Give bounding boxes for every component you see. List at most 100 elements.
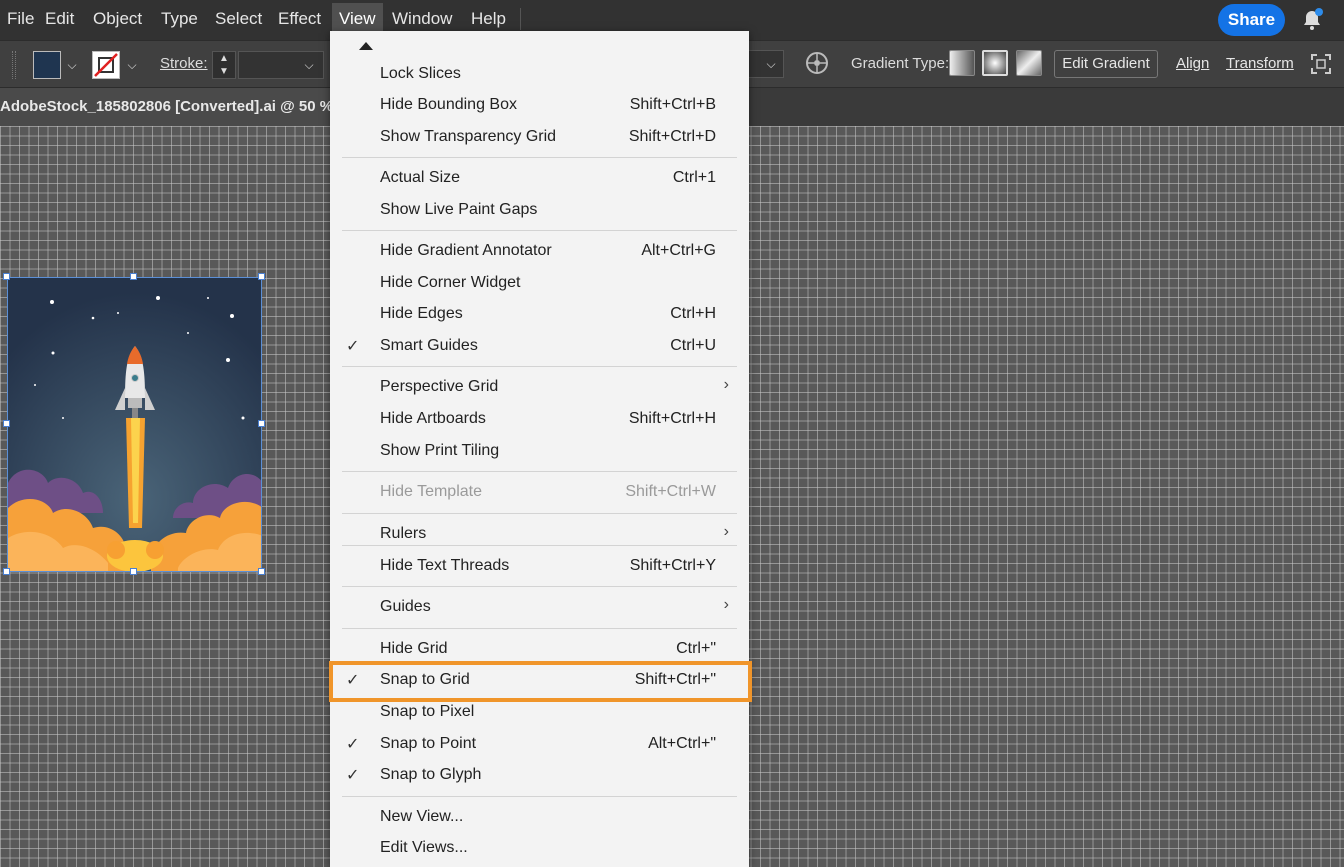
menu-item-label: Guides xyxy=(380,598,431,615)
recolor-icon[interactable] xyxy=(805,51,829,75)
menu-item-snap-to-glyph[interactable]: ✓ Snap to Glyph xyxy=(330,760,749,792)
menu-item-label: Snap to Glyph xyxy=(380,766,482,783)
menu-item-hide-template: Hide Template Shift+Ctrl+W xyxy=(330,477,749,509)
rocket-illustration xyxy=(8,278,261,571)
menu-item-lock-slices[interactable]: Lock Slices xyxy=(330,59,749,91)
menu-separator xyxy=(342,796,737,797)
scroll-up-arrow-icon[interactable] xyxy=(356,39,376,51)
menu-separator xyxy=(342,513,737,514)
fill-swatch[interactable] xyxy=(33,51,61,79)
menu-item-show-live-paint-gaps[interactable]: Show Live Paint Gaps xyxy=(330,195,749,227)
menu-item-label: Lock Slices xyxy=(380,65,461,82)
menu-item-edit-views[interactable]: Edit Views... xyxy=(330,833,749,865)
menu-item-hide-gradient-annotator[interactable]: Hide Gradient Annotator Alt+Ctrl+G xyxy=(330,236,749,268)
menu-item-shortcut: Shift+Ctrl+B xyxy=(629,96,716,113)
selection-handle[interactable] xyxy=(258,420,265,427)
artboard-rocket-illustration[interactable] xyxy=(7,277,262,572)
menu-file[interactable]: File xyxy=(0,0,41,37)
menu-item-rulers[interactable]: Rulers › xyxy=(330,519,749,551)
menu-item-show-print-tiling[interactable]: Show Print Tiling xyxy=(330,436,749,468)
menu-separator xyxy=(342,230,737,231)
stroke-label[interactable]: Stroke: xyxy=(160,55,208,72)
menu-item-label: Hide Text Threads xyxy=(380,557,510,574)
selection-handle[interactable] xyxy=(3,420,10,427)
menu-item-shortcut: Shift+Ctrl+Y xyxy=(629,557,716,574)
gradient-type-label: Gradient Type: xyxy=(851,55,950,72)
menu-view[interactable]: View xyxy=(332,3,383,34)
document-tab[interactable]: AdobeStock_185802806 [Converted].ai @ 50… xyxy=(0,88,340,126)
view-dropdown-menu: Lock Slices Hide Bounding Box Shift+Ctrl+B… xyxy=(330,31,749,867)
menu-item-shortcut: Shift+Ctrl+H xyxy=(628,410,716,427)
menu-item-shortcut: Shift+Ctrl+W xyxy=(625,483,716,500)
menu-item-perspective-grid[interactable]: Perspective Grid › xyxy=(330,372,749,404)
menu-item-hide-artboards[interactable]: Hide Artboards Shift+Ctrl+H xyxy=(330,404,749,436)
chevron-right-icon: › xyxy=(723,596,729,613)
menu-item-label: Hide Template xyxy=(380,483,482,500)
expand-icon[interactable] xyxy=(1309,52,1333,76)
align-link[interactable]: Align xyxy=(1176,55,1209,72)
menu-item-label: Actual Size xyxy=(380,169,461,186)
menu-object[interactable]: Object xyxy=(86,0,149,37)
menu-item-label: Perspective Grid xyxy=(380,378,499,395)
menu-item-guides[interactable]: Guides › xyxy=(330,592,749,624)
menu-item-show-transparency-grid[interactable]: Show Transparency Grid Shift+Ctrl+D xyxy=(330,122,749,154)
fill-dropdown-chevron-icon[interactable]: ⌵ xyxy=(63,55,81,75)
menu-item-label: Hide Artboards xyxy=(380,410,486,427)
menu-type[interactable]: Type xyxy=(154,0,205,37)
menu-item-hide-text-threads[interactable]: Hide Text Threads Shift+Ctrl+Y xyxy=(330,551,749,583)
checkmark-icon: ✓ xyxy=(346,736,360,753)
linear-gradient-icon[interactable] xyxy=(949,50,975,76)
panel-grip[interactable] xyxy=(12,51,16,79)
selection-handle[interactable] xyxy=(258,273,265,280)
bell-icon[interactable] xyxy=(1300,8,1324,32)
menu-item-hide-edges[interactable]: Hide Edges Ctrl+H xyxy=(330,299,749,331)
menu-separator xyxy=(342,586,737,587)
menu-item-label: Show Print Tiling xyxy=(380,442,500,459)
stroke-stepper[interactable]: ▲ ▼ xyxy=(212,51,236,79)
selection-handle[interactable] xyxy=(3,568,10,575)
radial-gradient-icon[interactable] xyxy=(982,50,1008,76)
menu-item-shortcut: Ctrl+H xyxy=(670,305,716,322)
stroke-weight-chevron-icon[interactable]: ⌵ xyxy=(300,55,318,75)
menu-item-label: Smart Guides xyxy=(380,337,478,354)
menu-separator xyxy=(342,628,737,629)
menu-item-label: Hide Gradient Annotator xyxy=(380,242,552,259)
opacity-chevron-icon[interactable]: ⌵ xyxy=(762,54,780,74)
selection-handle[interactable] xyxy=(130,568,137,575)
transform-link[interactable]: Transform xyxy=(1226,55,1294,72)
menu-item-hide-corner-widget[interactable]: Hide Corner Widget xyxy=(330,268,749,300)
stroke-swatch[interactable] xyxy=(92,51,120,79)
selection-handle[interactable] xyxy=(258,568,265,575)
menu-item-label: Edit Views... xyxy=(380,839,468,856)
selection-handle[interactable] xyxy=(3,273,10,280)
menu-item-label: Hide Grid xyxy=(380,640,448,657)
menu-item-label: Hide Edges xyxy=(380,305,463,322)
menu-item-label: Hide Corner Widget xyxy=(380,274,521,291)
edit-gradient-button[interactable]: Edit Gradient xyxy=(1054,50,1158,78)
share-button[interactable]: Share xyxy=(1218,4,1285,36)
menu-item-shortcut: Ctrl+U xyxy=(670,337,716,354)
menu-item-snap-to-point[interactable]: ✓ Snap to Point Alt+Ctrl+" xyxy=(330,729,749,761)
snap-to-grid-highlight xyxy=(329,661,752,702)
menu-item-shortcut: Alt+Ctrl+G xyxy=(641,242,716,259)
menu-item-hide-bounding-box[interactable]: Hide Bounding Box Shift+Ctrl+B xyxy=(330,90,749,122)
menu-item-shortcut: Ctrl+" xyxy=(676,640,716,657)
menu-item-label: Snap to Pixel xyxy=(380,703,475,720)
menu-item-new-view[interactable]: New View... xyxy=(330,802,749,834)
menu-item-smart-guides[interactable]: ✓ Smart Guides Ctrl+U xyxy=(330,331,749,363)
selection-handle[interactable] xyxy=(130,273,137,280)
menu-select[interactable]: Select xyxy=(208,0,269,37)
checkmark-icon: ✓ xyxy=(346,338,360,355)
freeform-gradient-icon[interactable] xyxy=(1016,50,1042,76)
menu-item-shortcut: Alt+Ctrl+" xyxy=(648,735,716,752)
menu-item-label: Rulers xyxy=(380,525,427,542)
menu-edit[interactable]: Edit xyxy=(38,0,81,37)
menu-item-actual-size[interactable]: Actual Size Ctrl+1 xyxy=(330,163,749,195)
menu-separator xyxy=(342,366,737,367)
menu-item-label: New View... xyxy=(380,808,464,825)
menu-item-label: Hide Bounding Box xyxy=(380,96,517,113)
menu-item-shortcut: Ctrl+1 xyxy=(672,169,716,186)
menu-item-label: Show Transparency Grid xyxy=(380,128,557,145)
menu-effect[interactable]: Effect xyxy=(271,0,328,37)
stroke-dropdown-chevron-icon[interactable]: ⌵ xyxy=(123,55,141,75)
